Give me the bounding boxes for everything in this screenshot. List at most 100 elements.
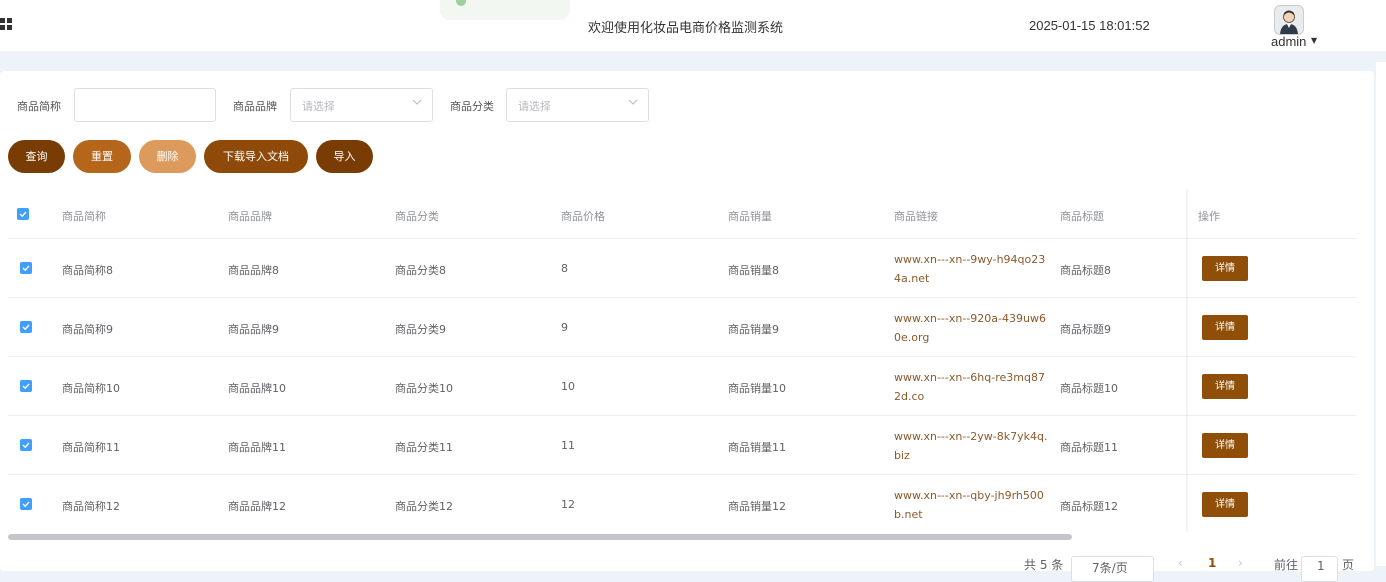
goto-page-input[interactable]: 1 [1301, 556, 1338, 582]
cell-sales: 商品销量12 [728, 500, 786, 513]
pagination-total: 共 5 条 [1024, 558, 1064, 572]
menu-grid-icon[interactable] [0, 18, 12, 32]
cell-price: 12 [561, 498, 575, 511]
page-size-select[interactable]: 7条/页 [1071, 556, 1154, 582]
cell-category: 商品分类11 [395, 441, 453, 454]
avatar[interactable] [1274, 5, 1304, 35]
check-icon [22, 265, 30, 272]
query-button[interactable]: 查询 [8, 140, 65, 173]
cell-brand: 商品品牌12 [228, 500, 286, 513]
column-header-price[interactable]: 商品价格 [561, 208, 605, 224]
row-checkbox[interactable] [20, 498, 32, 510]
detail-button[interactable]: 详情 [1202, 256, 1248, 281]
cell-category: 商品分类9 [395, 323, 446, 336]
cell-link[interactable]: www.xn---xn--9wy-h94qo234a.net [894, 250, 1048, 288]
column-header-category[interactable]: 商品分类 [395, 208, 439, 224]
cell-category: 商品分类10 [395, 382, 453, 395]
cell-name: 商品简称12 [62, 500, 120, 513]
page-size-value: 7条/页 [1092, 561, 1128, 575]
column-header-sales[interactable]: 商品销量 [728, 208, 772, 224]
cell-brand: 商品品牌9 [228, 323, 279, 336]
table-row: 商品简称11 商品品牌11 商品分类11 11 商品销量11 www.xn---… [8, 416, 1356, 475]
cell-sales: 商品销量9 [728, 323, 779, 336]
column-header-name[interactable]: 商品简称 [62, 208, 106, 224]
next-page-icon[interactable]: › [1238, 556, 1243, 570]
column-header-brand[interactable]: 商品品牌 [228, 208, 272, 224]
cell-category: 商品分类12 [395, 500, 453, 513]
brand-label: 商品品牌 [233, 100, 277, 113]
import-button[interactable]: 导入 [316, 140, 373, 173]
table-header: 商品简称 商品品牌 商品分类 商品价格 商品销量 商品链接 商品标题 操作 [8, 189, 1356, 239]
cell-link[interactable]: www.xn---xn--920a-439uw60e.org [894, 309, 1048, 347]
detail-button[interactable]: 详情 [1202, 492, 1248, 517]
name-label: 商品简称 [17, 100, 61, 113]
name-input[interactable] [74, 88, 216, 122]
table-row: 商品简称9 商品品牌9 商品分类9 9 商品销量9 www.xn---xn--9… [8, 298, 1356, 357]
column-header-link[interactable]: 商品链接 [894, 208, 938, 224]
goto-label: 前往 [1274, 558, 1299, 572]
user-avatar-icon [1280, 10, 1298, 34]
card-edge [1376, 62, 1386, 566]
detail-button[interactable]: 详情 [1202, 374, 1248, 399]
category-label: 商品分类 [450, 100, 494, 113]
system-title: 欢迎使用化妆品电商价格监测系统 [588, 21, 784, 36]
cell-price: 9 [561, 321, 568, 334]
chevron-down-icon [412, 99, 422, 105]
current-datetime: 2025-01-15 18:01:52 [1029, 18, 1150, 33]
brand-select[interactable]: 请选择 [290, 88, 433, 122]
logo-icon [440, 0, 570, 20]
chevron-down-icon[interactable]: ▼ [1311, 36, 1317, 45]
download-template-button[interactable]: 下载导入文档 [204, 140, 308, 173]
top-header: 欢迎使用化妆品电商价格监测系统 2025-01-15 18:01:52 admi… [0, 0, 1386, 51]
cell-brand: 商品品牌8 [228, 264, 279, 277]
cell-sales: 商品销量8 [728, 264, 779, 277]
goto-page-value: 1 [1317, 559, 1325, 573]
category-select-placeholder: 请选择 [518, 100, 551, 113]
cell-link[interactable]: www.xn---xn--2yw-8k7yk4q.biz [894, 427, 1048, 465]
check-icon [22, 383, 30, 390]
cell-name: 商品简称11 [62, 441, 120, 454]
check-icon [22, 324, 30, 331]
column-header-actions: 操作 [1198, 210, 1220, 223]
cell-title: 商品标题8 [1060, 264, 1111, 277]
row-checkbox[interactable] [20, 321, 32, 333]
cell-title: 商品标题12 [1060, 500, 1118, 513]
user-name[interactable]: admin [1271, 34, 1306, 49]
select-all-checkbox[interactable] [17, 208, 29, 220]
cell-title: 商品标题9 [1060, 323, 1111, 336]
prev-page-icon[interactable]: ‹ [1178, 556, 1183, 570]
detail-button[interactable]: 详情 [1202, 433, 1248, 458]
page-number-current[interactable]: 1 [1208, 556, 1216, 570]
cell-sales: 商品销量10 [728, 382, 786, 395]
cell-category: 商品分类8 [395, 264, 446, 277]
column-header-title[interactable]: 商品标题 [1060, 208, 1104, 224]
scrollbar-thumb[interactable] [8, 534, 1072, 540]
category-select[interactable]: 请选择 [506, 88, 649, 122]
delete-button[interactable]: 删除 [139, 140, 196, 173]
row-checkbox[interactable] [20, 380, 32, 392]
row-checkbox[interactable] [20, 439, 32, 451]
cell-sales: 商品销量11 [728, 441, 786, 454]
cell-name: 商品简称9 [62, 323, 113, 336]
cell-price: 10 [561, 380, 575, 393]
cell-link[interactable]: www.xn---xn--qby-jh9rh500b.net [894, 486, 1048, 524]
goto-suffix: 页 [1342, 558, 1355, 572]
cell-title: 商品标题10 [1060, 382, 1118, 395]
detail-button[interactable]: 详情 [1202, 315, 1248, 340]
cell-title: 商品标题11 [1060, 441, 1118, 454]
check-icon [22, 442, 30, 449]
cell-name: 商品简称8 [62, 264, 113, 277]
cell-price: 11 [561, 439, 575, 452]
cell-name: 商品简称10 [62, 382, 120, 395]
row-checkbox[interactable] [20, 262, 32, 274]
table-row: 商品简称10 商品品牌10 商品分类10 10 商品销量10 www.xn---… [8, 357, 1356, 416]
fixed-column-shadow [1186, 189, 1189, 532]
cell-brand: 商品品牌11 [228, 441, 286, 454]
cell-link[interactable]: www.xn---xn--6hq-re3mq872d.co [894, 368, 1048, 406]
cell-price: 8 [561, 262, 568, 275]
brand-select-placeholder: 请选择 [302, 100, 335, 113]
cell-brand: 商品品牌10 [228, 382, 286, 395]
table-row: 商品简称12 商品品牌12 商品分类12 12 商品销量12 www.xn---… [8, 475, 1356, 534]
check-icon [22, 501, 30, 508]
reset-button[interactable]: 重置 [73, 140, 131, 173]
